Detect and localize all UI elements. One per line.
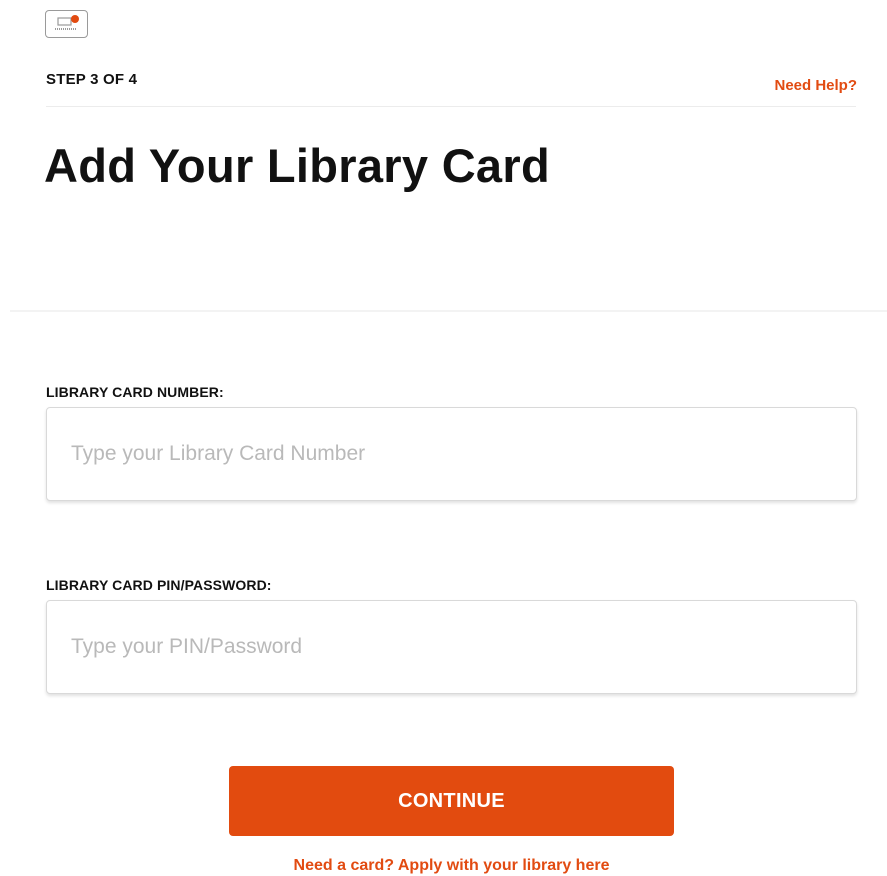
step-indicator: STEP 3 OF 4 [46, 71, 138, 88]
pin-password-label: LIBRARY CARD PIN/PASSWORD: [46, 577, 272, 593]
need-help-link[interactable]: Need Help? [774, 77, 857, 94]
header-divider [46, 106, 856, 107]
pin-password-input[interactable] [46, 600, 857, 694]
card-number-input[interactable] [46, 407, 857, 501]
section-divider [10, 310, 887, 312]
apply-for-card-link[interactable]: Need a card? Apply with your library her… [0, 857, 887, 875]
card-number-label: LIBRARY CARD NUMBER: [46, 384, 224, 400]
library-card-icon [45, 10, 88, 38]
continue-button[interactable]: CONTINUE [229, 766, 674, 836]
page-title: Add Your Library Card [44, 139, 550, 192]
add-library-card-page: STEP 3 OF 4 Need Help? Add Your Library … [0, 0, 887, 876]
